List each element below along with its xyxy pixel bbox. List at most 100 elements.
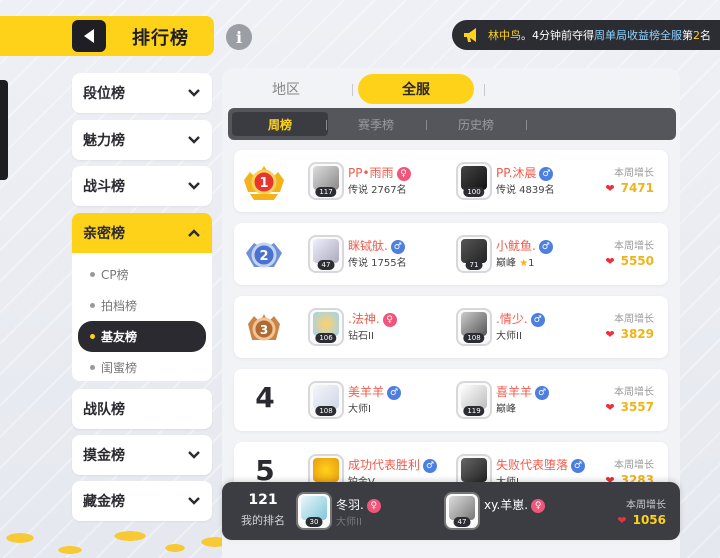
player-name[interactable]: PP•雨雨 ♀ <box>348 164 411 181</box>
weekly-gain: ❤ 3557 <box>605 400 654 414</box>
avatar[interactable]: 71 <box>456 235 492 273</box>
avatar[interactable]: 30 <box>296 492 332 530</box>
weekly-gain: ❤ 1056 <box>617 513 666 527</box>
avatar[interactable]: 108 <box>456 308 492 346</box>
player-name[interactable]: 美羊羊 ♂ <box>348 383 402 400</box>
back-arrow-icon <box>84 29 94 43</box>
sidebar-item-rank[interactable]: 段位榜 <box>72 73 212 113</box>
bronze-crown-badge-icon: 3 <box>248 314 280 341</box>
player-name-text: 喜羊羊 <box>496 385 533 399</box>
tab-weekly[interactable]: 周榜 <box>232 112 328 136</box>
chevron-down-icon <box>188 182 200 190</box>
avatar[interactable]: 108 <box>308 381 344 419</box>
male-icon: ♂ <box>530 312 545 327</box>
notice-rank: 2 <box>693 29 700 42</box>
avatar[interactable]: 47 <box>444 492 480 530</box>
period-tabs: 周榜 赛季榜 历史榜 <box>228 108 676 140</box>
sidebar-item-charm[interactable]: 魅力榜 <box>72 120 212 160</box>
female-icon: ♀ <box>366 498 381 513</box>
player-name[interactable]: 成功代表胜利 ♂ <box>348 456 438 473</box>
sidebar-item-team[interactable]: 战队榜 <box>72 389 212 429</box>
submenu-item-besties[interactable]: 闺蜜榜 <box>78 352 206 383</box>
submenu-label: CP榜 <box>101 268 129 282</box>
rank-row-2[interactable]: 2 47 眯铽舦. ♂ 传说 1755名 71 小鱿鱼. ♂ 巅峰 ★1 本周增长 … <box>234 223 668 285</box>
submenu-label: 基友榜 <box>101 330 138 344</box>
sidebar-item-hoard[interactable]: 藏金榜 <box>72 481 212 521</box>
player-name-text: .情少. <box>496 312 528 326</box>
player-name[interactable]: .法神. ♀ <box>348 310 397 327</box>
level-badge: 71 <box>465 260 483 270</box>
sidebar-item-intimacy[interactable]: 亲密榜 <box>72 213 212 253</box>
trumpet-icon <box>464 28 476 42</box>
chevron-up-icon <box>188 229 200 237</box>
player-name[interactable]: 失败代表堕落 ♂ <box>496 456 586 473</box>
player-name-text: PP.沐晨 <box>496 166 537 180</box>
player-tier: 巅峰 <box>496 404 516 415</box>
male-icon: ♂ <box>538 239 553 254</box>
male-icon: ♂ <box>423 458 438 473</box>
tab-divider <box>326 120 327 130</box>
player-name[interactable]: 小鱿鱼. ♂ <box>496 237 553 254</box>
avatar[interactable]: 100 <box>456 162 492 200</box>
notice-text-b: 第 <box>682 29 693 42</box>
level-badge: 117 <box>315 187 337 197</box>
announcement-banner: 林中鸟。4分钟前夺得周单局收益榜全服第2名 <box>452 20 720 50</box>
player-name[interactable]: xy.羊崽. ♀ <box>484 496 546 513</box>
level-badge: 108 <box>315 406 337 416</box>
tab-divider <box>484 84 485 96</box>
star-icon: ★ <box>519 258 529 269</box>
bullet-icon <box>90 272 95 277</box>
player-name[interactable]: 喜羊羊 ♂ <box>496 383 550 400</box>
player-tier: 大师I <box>348 404 371 415</box>
submenu-label: 闺蜜榜 <box>101 361 138 375</box>
player-name[interactable]: 眯铽舦. ♂ <box>348 237 405 254</box>
rank-row-1[interactable]: 1 117 PP•雨雨 ♀ 传说 2767名 100 PP.沐晨 ♂ 传说 4839… <box>234 150 668 212</box>
side-handle[interactable] <box>0 80 8 180</box>
sidebar-item-loot[interactable]: 摸金榜 <box>72 435 212 475</box>
level-badge: 47 <box>317 260 335 270</box>
sidebar-item-label: 魅力榜 <box>83 133 125 149</box>
bullet-icon <box>90 334 95 339</box>
submenu-item-cp[interactable]: CP榜 <box>78 259 206 290</box>
rank-row-3[interactable]: 3 106 .法神. ♀ 钻石II 108 .情少. ♂ 大师II 本周增长 ❤ 38… <box>234 296 668 358</box>
weekly-gain-label: 本周增长 <box>614 387 654 398</box>
info-icon[interactable]: i <box>226 24 252 50</box>
sidebar-item-combat[interactable]: 战斗榜 <box>72 166 212 206</box>
chevron-down-icon <box>188 89 200 97</box>
svg-text:3: 3 <box>260 323 268 337</box>
silver-badge-icon: 2 <box>246 242 282 268</box>
submenu-item-partner[interactable]: 拍档榜 <box>78 290 206 321</box>
player-tier: 传说 4839名 <box>496 185 555 196</box>
weekly-gain-value: 7471 <box>620 181 654 195</box>
sidebar-item-label: 战队榜 <box>83 402 125 418</box>
player-name-text: xy.羊崽. <box>484 498 529 512</box>
player-name[interactable]: 冬羽. ♀ <box>336 496 381 513</box>
player-tier: 传说 1755名 <box>348 258 407 269</box>
avatar[interactable]: 106 <box>308 308 344 346</box>
level-badge: 108 <box>463 333 485 343</box>
star-count: 1 <box>528 258 535 269</box>
tab-global[interactable]: 全服 <box>358 74 474 104</box>
avatar[interactable]: 117 <box>308 162 344 200</box>
level-badge: 30 <box>305 517 323 527</box>
submenu-item-bros[interactable]: 基友榜 <box>78 321 206 352</box>
tab-season[interactable]: 赛季榜 <box>328 112 424 136</box>
player-tier: 巅峰 ★1 <box>496 254 535 269</box>
weekly-gain-value: 5550 <box>620 254 654 268</box>
page-title: 排行榜 <box>132 28 189 49</box>
tab-region[interactable]: 地区 <box>228 74 344 104</box>
rank-row-4[interactable]: 4 108 美羊羊 ♂ 大师I 119 喜羊羊 ♂ 巅峰 本周增长 ❤ 3557 <box>234 369 668 431</box>
my-rank-bar[interactable]: 121 我的排名 30 冬羽. ♀ 大师II 47 xy.羊崽. ♀ 本周增长 ❤ 1… <box>222 482 680 540</box>
tab-history[interactable]: 历史榜 <box>428 112 524 136</box>
male-icon: ♂ <box>387 385 402 400</box>
player-name[interactable]: PP.沐晨 ♂ <box>496 164 554 181</box>
avatar[interactable]: 47 <box>308 235 344 273</box>
tab-divider <box>526 120 527 130</box>
avatar[interactable]: 119 <box>456 381 492 419</box>
notice-text-c: 名 <box>700 29 711 42</box>
bullet-icon <box>90 365 95 370</box>
weekly-gain: ❤ 5550 <box>605 254 654 268</box>
player-name[interactable]: .情少. ♂ <box>496 310 545 327</box>
weekly-gain-value: 3829 <box>620 327 654 341</box>
back-button[interactable] <box>72 20 106 52</box>
